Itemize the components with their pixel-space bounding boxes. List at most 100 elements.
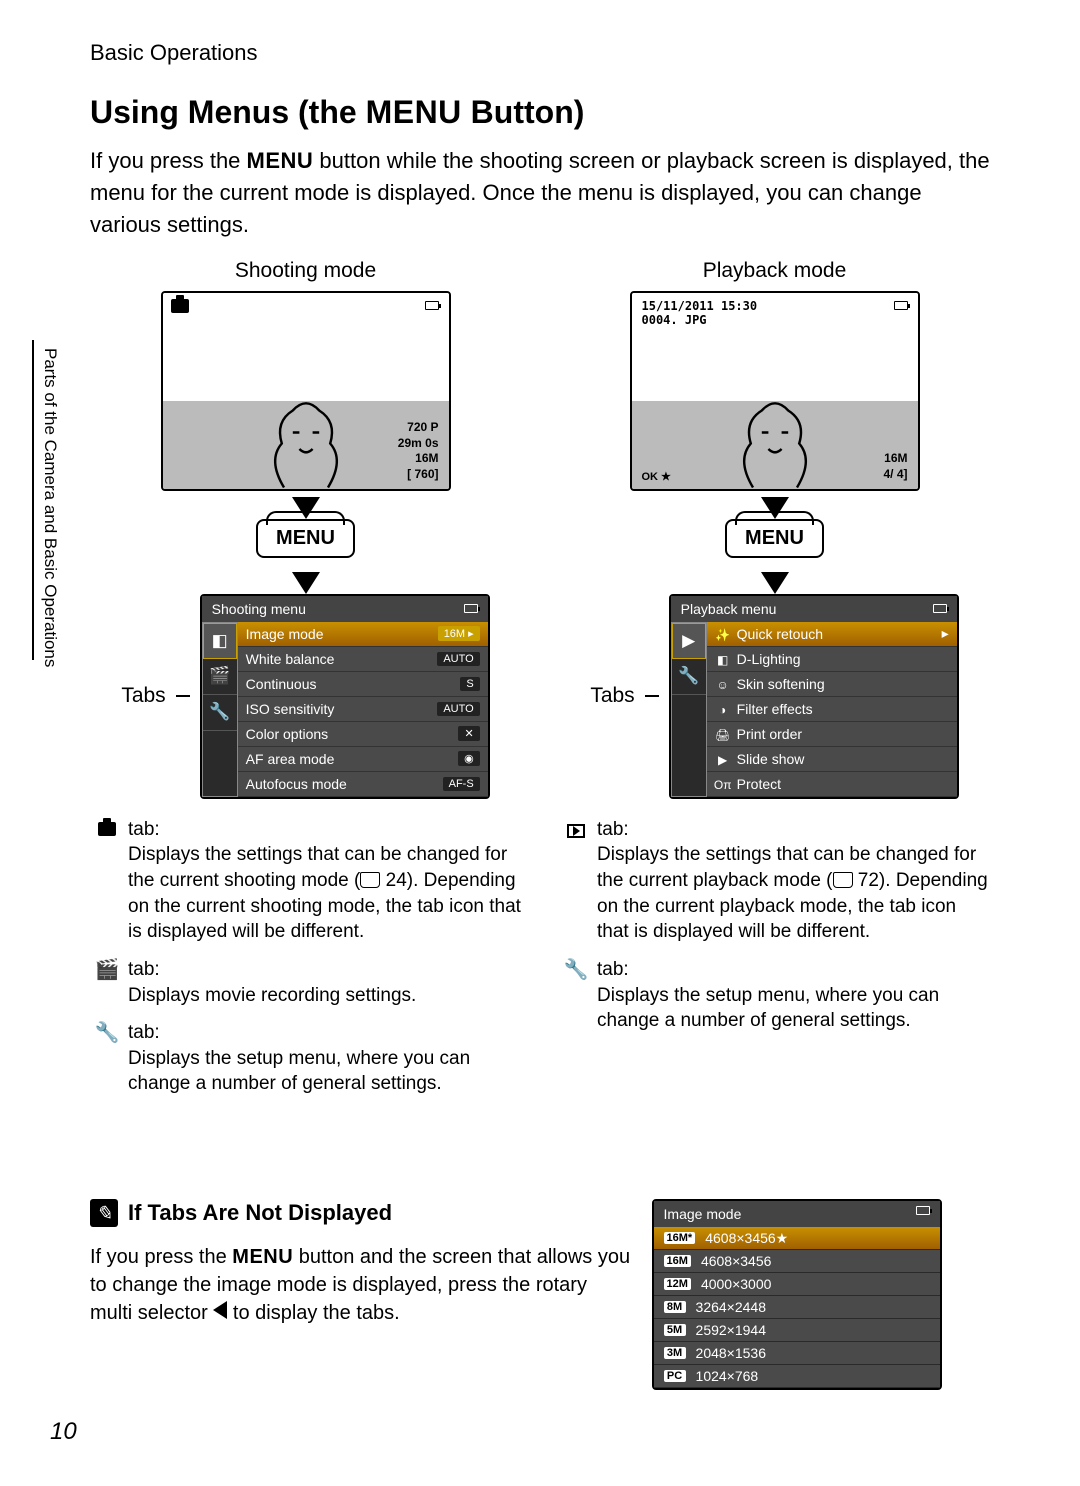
playback-icon [563,817,589,945]
menu-word-icon: MENU [232,1246,293,1268]
note-pencil-icon: ✎ [90,1199,118,1227]
playback-menu-items: ✨Quick retouch▸◧D-Lighting ☺Skin softenin… [707,622,957,797]
menu-item-label: White balance [246,651,335,667]
playback-tab-icon[interactable]: ▶ [672,623,706,659]
menu-item-icon: ▶ [715,753,731,767]
playback-column: Playback mode 15/11/2011 15:30 0004. JPG… [559,259,990,1109]
description-body: tab:Displays movie recording settings. [128,957,521,1008]
overlay-date: 15/11/2011 15:30 [642,299,758,313]
menu-item-icon: ✨ [715,628,731,642]
overlay-quality: 16M [883,451,907,467]
description-item: 🔧 tab:Displays the setup menu, where you… [563,957,990,1034]
menu-item-value: AUTO [437,702,479,716]
camera-icon [94,817,120,945]
image-mode-value: 4608×3456★ [705,1230,788,1247]
side-label-bar [32,340,34,660]
description-body: tab:Displays the settings that can be ch… [128,817,521,945]
note-after: to display the tabs. [227,1302,399,1324]
image-mode-row[interactable]: PC1024×768 [654,1365,940,1388]
playback-overlay-info: 16M 4/ 4] [883,451,907,482]
image-mode-badge: 3M [664,1347,686,1359]
tabs-label: Tabs [121,684,165,708]
image-mode-value: 2592×1944 [696,1322,766,1338]
setup-tab-icon[interactable]: 🔧 [672,659,706,695]
image-mode-row[interactable]: 5M 2592×1944 [654,1319,940,1342]
image-mode-panel: Image mode 16M* 4608×3456★ 16M 4608×3456 12M… [652,1199,942,1390]
camera-icon [171,299,189,316]
side-section-label: Parts of the Camera and Basic Operations [40,348,60,667]
image-mode-value: 4608×3456 [701,1253,771,1269]
shooting-lcd: 720 P 29m 0s 16M [ 760] [161,291,451,491]
shooting-menu-tabs: ◧ 🎬 🔧 [202,622,238,797]
image-mode-row[interactable]: 12M4000×3000 [654,1273,940,1296]
image-mode-row[interactable]: 8M 3264×2448 [654,1296,940,1319]
page-title: Using Menus (the MENU Button) [90,94,990,131]
description-item: 🎬 tab:Displays movie recording settings. [94,957,521,1008]
movie-icon: 🎬 [94,957,120,1008]
menu-item-label: ISO sensitivity [246,701,335,717]
overlay-time: 29m 0s [398,436,439,452]
image-mode-row[interactable]: 16M 4608×3456 [654,1250,940,1273]
menu-item-value: AUTO [437,652,479,666]
overlay-shots: [ 760] [398,467,439,483]
image-mode-title: Image mode [664,1206,742,1222]
menu-item-label: ▶Slide show [715,751,805,767]
menu-item[interactable]: Image mode16M ▸ [238,622,488,647]
menu-item[interactable]: ContinuousS [238,672,488,697]
menu-item-icon: Oπ [715,778,731,792]
menu-item[interactable]: ISO sensitivity AUTO [238,697,488,722]
menu-item[interactable]: OπProtect [707,772,957,797]
shooting-tab-icon[interactable]: ◧ [203,623,237,659]
menu-item[interactable]: ▶Slide show [707,747,957,772]
menu-item[interactable]: ◧D-Lighting [707,647,957,672]
image-mode-value: 3264×2448 [696,1299,766,1315]
overlay-movie-icon: 720 P [398,420,439,436]
image-mode-badge: 16M [664,1255,691,1267]
menu-item-label: AF area mode [246,751,335,767]
menu-item-icon: 🖨 [715,728,731,742]
menu-item-label: OπProtect [715,776,781,792]
battery-icon [894,299,908,313]
setup-tab-icon[interactable]: 🔧 [203,695,237,731]
image-mode-row[interactable]: 3M2048×1536 [654,1342,940,1365]
menu-item[interactable]: ◑Filter effects [707,697,957,722]
playback-menu-tabs: ▶ 🔧 [671,622,707,797]
image-mode-row[interactable]: 16M* 4608×3456★ [654,1227,940,1250]
shooting-mode-label: Shooting mode [90,259,521,283]
intro-text: If you press the MENU button while the s… [90,145,990,241]
playback-lcd: 15/11/2011 15:30 0004. JPG 16M 4/ 4] OK … [630,291,920,491]
shooting-overlay-info: 720 P 29m 0s 16M [ 760] [398,420,439,482]
left-arrow-icon [213,1301,227,1319]
image-mode-badge: 5M [664,1324,686,1336]
menu-item-label: Color options [246,726,329,742]
menu-item-value: AF-S [443,777,480,791]
shooting-menu-title: Shooting menu [212,601,306,617]
menu-physical-button: MENU [256,519,355,558]
overlay-quality: 16M [398,451,439,467]
image-mode-badge: 8M [664,1301,686,1313]
menu-item[interactable]: White balance AUTO [238,647,488,672]
person-illustration-icon [251,383,361,491]
menu-item-label: ✨Quick retouch [715,626,823,642]
playback-descriptions: tab:Displays the settings that can be ch… [563,817,990,1034]
breadcrumb: Basic Operations [90,40,990,66]
menu-item[interactable]: ✨Quick retouch▸ [707,622,957,647]
menu-item[interactable]: Color options ✕ [238,722,488,747]
image-mode-badge: 12M [664,1278,691,1290]
image-mode-badge: 16M* [664,1232,696,1244]
menu-item[interactable]: ☺Skin softening [707,672,957,697]
menu-item-value: ✕ [458,726,479,741]
book-ref-icon [833,872,853,888]
wrench-icon: 🔧 [563,957,589,1034]
menu-item-label: ☺Skin softening [715,676,825,692]
battery-icon [916,1206,930,1215]
wrench-icon: 🔧 [94,1020,120,1097]
movie-tab-icon[interactable]: 🎬 [203,659,237,695]
shooting-column: Shooting mode 720 P 29m 0s 16M [ 760] ME… [90,259,521,1109]
menu-item[interactable]: 🖨Print order [707,722,957,747]
menu-item-label: 🖨Print order [715,726,802,742]
menu-item[interactable]: Autofocus modeAF-S [238,772,488,797]
image-mode-badge: PC [664,1370,686,1382]
battery-icon [425,299,439,313]
menu-item[interactable]: AF area mode◉ [238,747,488,772]
